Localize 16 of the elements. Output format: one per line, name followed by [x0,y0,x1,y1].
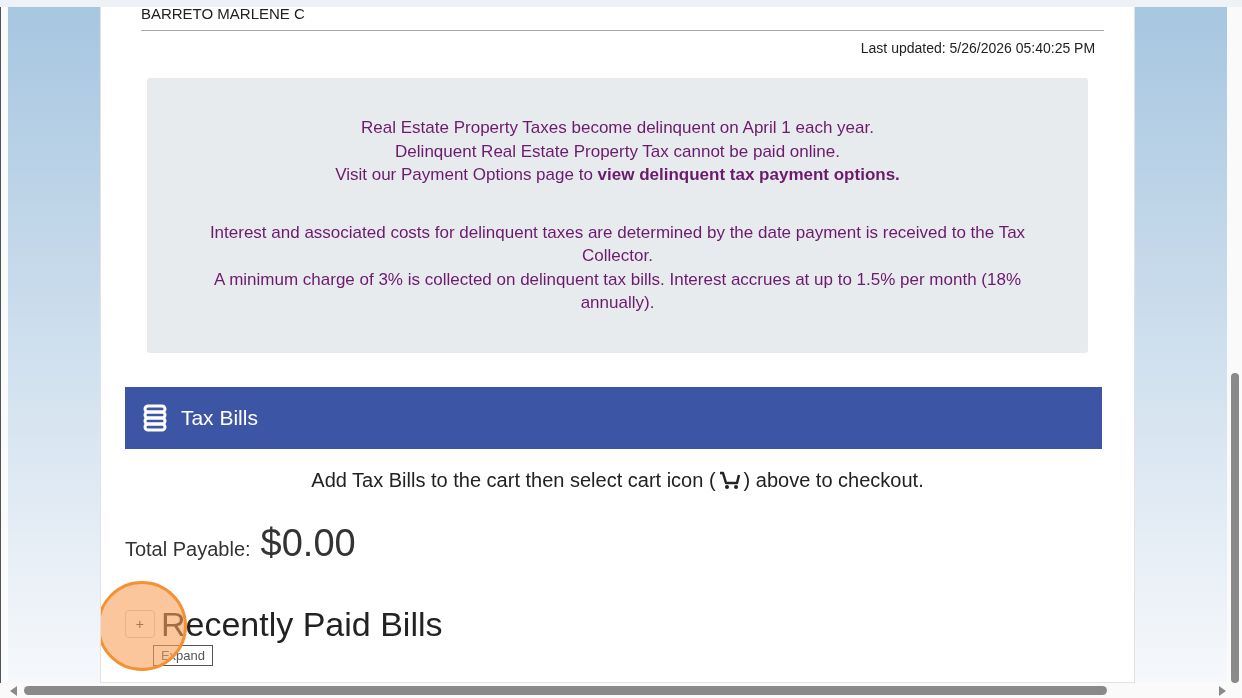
notice-text: A minimum charge of 3% is collected on delinquent tax bills. Interest accrues at up to 1.5% per month (18% annually). [213,268,1022,314]
section-title: Tax Bills [180,405,258,430]
owner-name: BARRETO MARLENE C [139,7,306,21]
notice-text: Visit our Payment Options page to view delinquent tax payment options. [334,164,901,186]
coins-icon [142,403,167,432]
total-label: Total Payable: [124,537,251,561]
cart-icon [718,469,741,490]
notice-text: Delinquent Real Estate Property Tax cannot be paid online. [394,140,841,163]
notice-text: Real Estate Property Taxes become delinquent on April 1 each year. [360,117,875,139]
total-amount: $0.00 [260,521,356,565]
notice-text: Interest and associated costs for delinquent taxes are determined by the date payment is received to the Tax Collector. [208,221,1027,267]
instruction-text: Add Tax Bills to the cart then select cart icon ( ) above to checkout. [310,468,925,492]
payment-options-link[interactable]: view delinquent tax payment options. [597,165,900,184]
last-updated-text: Last updated: 5/26/2026 05:40:25 PM [860,40,1096,56]
scroll-left-icon[interactable] [10,685,18,696]
scroll-right-icon[interactable] [1218,685,1226,696]
